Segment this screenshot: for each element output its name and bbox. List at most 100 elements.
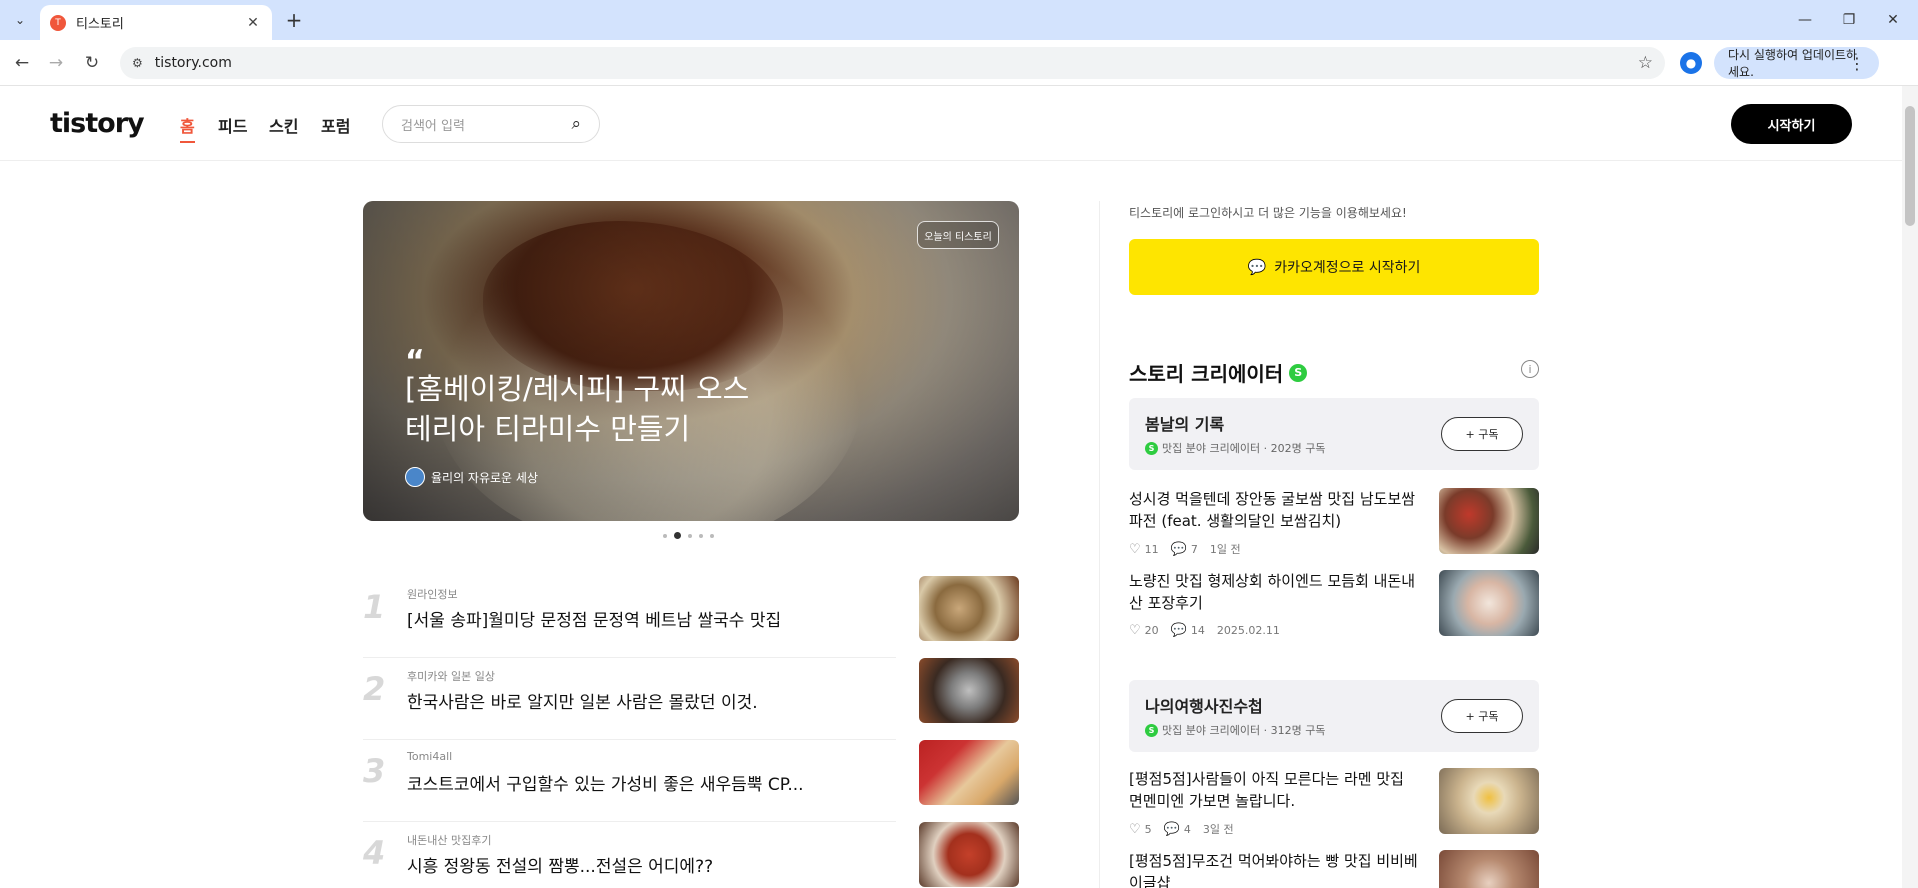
hero-author[interactable]: 율리의 자유로운 세상 <box>405 467 538 487</box>
comment-icon[interactable]: 💬 <box>1164 822 1180 837</box>
hero-banner[interactable]: 오늘의 티스토리 “ [홈베이킹/레시피] 구찌 오스테리아 티라미수 만들기 … <box>363 201 1019 521</box>
post-thumbnail[interactable] <box>1439 768 1539 834</box>
heart-icon[interactable]: ♡ <box>1129 623 1141 638</box>
nav-skin[interactable]: 스킨 <box>269 113 298 137</box>
post-title[interactable]: [평점5점]사람들이 아직 모른다는 라멘 맛집 면멘미엔 가보면 놀랍니다. <box>1129 768 1419 812</box>
search-icon[interactable]: ⌕ <box>571 114 581 134</box>
post-meta: ♡ 5 💬 4 3일 전 <box>1129 821 1234 837</box>
site-info-icon[interactable]: ⚙ <box>132 56 143 70</box>
rank-title[interactable]: 코스트코에서 구입할수 있는 가성비 좋은 새우듬뿍 CP... <box>407 770 887 795</box>
carousel-dot[interactable] <box>699 533 703 538</box>
post-title[interactable]: 노량진 맛집 형제상회 하이엔드 모듬회 내돈내산 포장후기 <box>1129 570 1419 614</box>
creator-post[interactable]: 성시경 먹을텐데 장안동 굴보쌈 맛집 남도보쌈 파전 (feat. 생활의달인… <box>1129 488 1539 558</box>
list-item[interactable]: 2 후미카와 일본 일상 한국사람은 바로 알지만 일본 사람은 몰랐던 이것. <box>363 658 1019 740</box>
minimize-icon[interactable]: — <box>1782 6 1828 34</box>
tistory-favicon-icon: T <box>50 14 66 31</box>
post-title[interactable]: [평점5점]무조건 먹어봐야하는 빵 맛집 비비베이글샵 <box>1129 850 1419 888</box>
page-scrollbar[interactable] <box>1902 86 1918 888</box>
login-hint: 티스토리에 로그인하시고 더 많은 기능을 이용해보세요! <box>1129 206 1407 220</box>
restore-icon[interactable]: ❐ <box>1826 6 1872 34</box>
rank-thumbnail[interactable] <box>919 658 1019 723</box>
creator-name[interactable]: 나의여행사진수첩 <box>1145 693 1263 717</box>
back-arrow-icon[interactable]: ← <box>8 49 36 77</box>
meta-separator: · <box>1260 441 1271 455</box>
creator-subscribers: 312명 구독 <box>1270 724 1326 737</box>
scrollbar-thumb[interactable] <box>1905 106 1915 226</box>
heart-icon[interactable]: ♡ <box>1129 542 1141 557</box>
creator-post[interactable]: [평점5점]사람들이 아직 모른다는 라멘 맛집 면멘미엔 가보면 놀랍니다. … <box>1129 768 1539 838</box>
author-avatar <box>405 467 425 487</box>
search-input[interactable]: 검색어 입력 <box>401 115 571 134</box>
info-icon[interactable]: i <box>1521 360 1539 378</box>
comment-icon[interactable]: 💬 <box>1171 542 1187 557</box>
creator-meta: S 맛집 분야 크리에이터 · 312명 구독 <box>1145 722 1325 738</box>
menu-dots-icon[interactable]: ⋮ <box>1849 54 1865 73</box>
rank-thumbnail[interactable] <box>919 822 1019 887</box>
comment-count: 14 <box>1190 624 1205 637</box>
forward-arrow-icon[interactable]: → <box>42 49 70 77</box>
comment-icon[interactable]: 💬 <box>1171 623 1187 638</box>
window-close-icon[interactable]: ✕ <box>1870 6 1916 34</box>
browser-tab[interactable]: T 티스토리 ✕ <box>40 5 272 40</box>
url-text[interactable]: tistory.com <box>155 55 1638 71</box>
kakao-login-label: 카카오계정으로 시작하기 <box>1274 260 1421 276</box>
nav-forum[interactable]: 포럼 <box>321 113 350 137</box>
column-divider <box>1099 201 1100 888</box>
tab-search-chevron-icon[interactable]: ⌄ <box>8 8 32 32</box>
rank-thumbnail[interactable] <box>919 576 1019 641</box>
post-date: 2025.02.11 <box>1216 624 1280 637</box>
carousel-dot[interactable] <box>688 533 692 538</box>
site-header: tistory 홈 피드 스킨 포럼 검색어 입력 ⌕ 시작하기 <box>0 86 1902 161</box>
creator-s-badge-icon: S <box>1145 441 1158 455</box>
list-item[interactable]: 3 Tomi4all 코스트코에서 구입할수 있는 가성비 좋은 새우듬뿍 CP… <box>363 740 1019 822</box>
post-thumbnail[interactable] <box>1439 850 1539 888</box>
post-thumbnail[interactable] <box>1439 488 1539 554</box>
rank-category: 원라인정보 <box>407 588 458 601</box>
hero-title[interactable]: [홈베이킹/레시피] 구찌 오스테리아 티라미수 만들기 <box>405 369 765 449</box>
subscribe-button[interactable]: + 구독 <box>1441 699 1523 733</box>
creator-s-badge-icon: S <box>1289 363 1308 382</box>
browser-tabbar: ⌄ T 티스토리 ✕ + — ❐ ✕ <box>0 0 1918 40</box>
reload-icon[interactable]: ↻ <box>78 49 106 77</box>
carousel-dots <box>663 532 714 539</box>
tab-close-icon[interactable]: ✕ <box>244 15 262 31</box>
list-item[interactable]: 1 원라인정보 [서울 송파]월미당 문정점 문정역 베트남 쌀국수 맛집 <box>363 576 1019 658</box>
bookmark-star-icon[interactable]: ☆ <box>1638 53 1653 73</box>
hero-badge: 오늘의 티스토리 <box>917 221 999 249</box>
post-title[interactable]: 성시경 먹을텐데 장안동 굴보쌈 맛집 남도보쌈 파전 (feat. 생활의달인… <box>1129 488 1419 532</box>
nav-home[interactable]: 홈 <box>180 113 195 143</box>
address-bar[interactable]: ⚙ tistory.com ☆ <box>120 47 1665 79</box>
creator-post[interactable]: [평점5점]무조건 먹어봐야하는 빵 맛집 비비베이글샵 <box>1129 850 1539 888</box>
rank-title[interactable]: 한국사람은 바로 알지만 일본 사람은 몰랐던 이것. <box>407 688 887 713</box>
nav-feed[interactable]: 피드 <box>218 113 247 137</box>
post-thumbnail[interactable] <box>1439 570 1539 636</box>
creator-subscribers: 202명 구독 <box>1270 442 1326 455</box>
rank-title[interactable]: 시흥 정왕동 전설의 짬뽕...전설은 어디에?? <box>407 852 887 877</box>
like-count: 5 <box>1144 822 1152 836</box>
carousel-dot[interactable] <box>663 533 667 538</box>
creator-post[interactable]: 노량진 맛집 형제상회 하이엔드 모듬회 내돈내산 포장후기 ♡ 20 💬 14… <box>1129 570 1539 640</box>
creator-name[interactable]: 봄날의 기록 <box>1145 411 1224 435</box>
update-button[interactable]: 다시 실행하여 업데이트하세요. ⋮ <box>1714 47 1879 79</box>
carousel-dot-active[interactable] <box>674 532 681 539</box>
rank-thumbnail[interactable] <box>919 740 1019 805</box>
search-box[interactable]: 검색어 입력 ⌕ <box>382 105 600 143</box>
tistory-logo[interactable]: tistory <box>50 108 145 139</box>
rank-title[interactable]: [서울 송파]월미당 문정점 문정역 베트남 쌀국수 맛집 <box>407 606 887 631</box>
update-label: 다시 실행하여 업데이트하세요. <box>1728 48 1858 79</box>
profile-avatar-icon[interactable]: ● <box>1680 52 1702 74</box>
comment-count: 4 <box>1183 822 1191 836</box>
creator-field: 맛집 분야 크리에이터 <box>1162 442 1261 455</box>
list-item[interactable]: 4 내돈내산 맛집후기 시흥 정왕동 전설의 짬뽕...전설은 어디에?? <box>363 822 1019 888</box>
new-tab-plus-icon[interactable]: + <box>282 8 306 32</box>
subscribe-button[interactable]: + 구독 <box>1441 417 1523 451</box>
rank-category: 후미카와 일본 일상 <box>407 670 495 683</box>
carousel-dot[interactable] <box>710 533 714 538</box>
creator-field: 맛집 분야 크리에이터 <box>1162 724 1261 737</box>
heart-icon[interactable]: ♡ <box>1129 822 1141 837</box>
section-title: 스토리 크리에이터 S <box>1129 358 1308 387</box>
creator-card[interactable]: 봄날의 기록 S 맛집 분야 크리에이터 · 202명 구독 + 구독 <box>1129 398 1539 470</box>
creator-card[interactable]: 나의여행사진수첩 S 맛집 분야 크리에이터 · 312명 구독 + 구독 <box>1129 680 1539 752</box>
start-button[interactable]: 시작하기 <box>1731 104 1852 144</box>
kakao-login-button[interactable]: 💬 카카오계정으로 시작하기 <box>1129 239 1539 295</box>
